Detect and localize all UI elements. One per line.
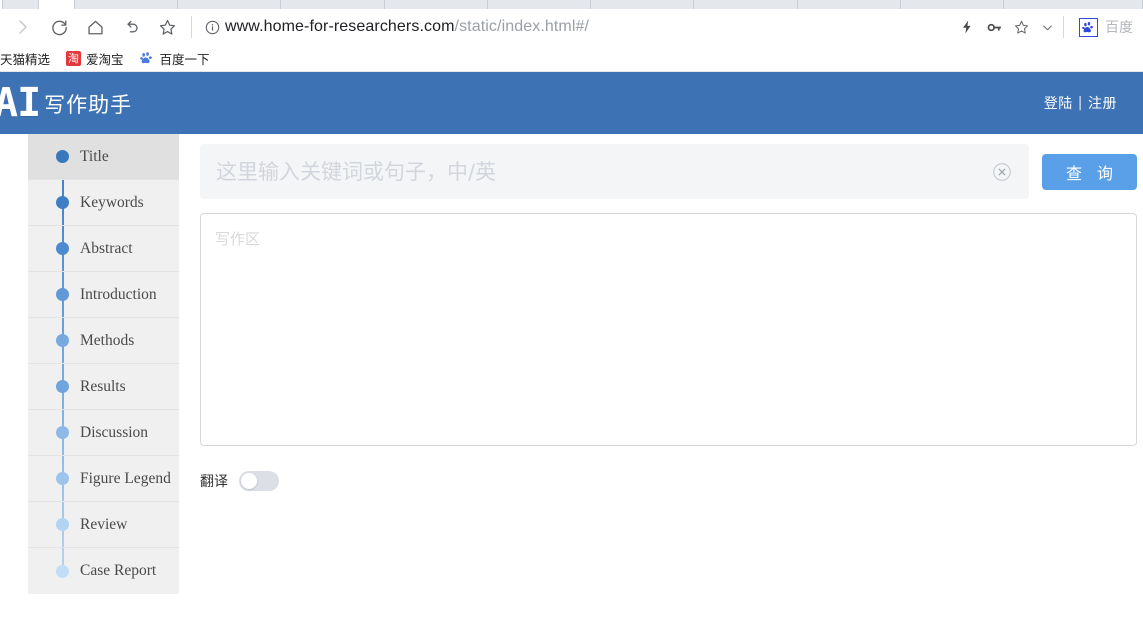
search-box[interactable] — [200, 144, 1029, 199]
site-header: AI 写作助手 登陆 | 注册 — [0, 72, 1143, 134]
forward-icon[interactable] — [6, 11, 40, 43]
baidu-extension[interactable]: 百度 — [1073, 17, 1133, 37]
browser-tab[interactable] — [901, 0, 1005, 9]
lightning-icon[interactable] — [955, 11, 979, 43]
login-link[interactable]: 登陆 — [1044, 93, 1073, 113]
url-text[interactable]: www.home-for-researchers.com/static/inde… — [225, 18, 589, 36]
sidebar-item-methods[interactable]: Methods — [28, 318, 179, 364]
sidebar-item-review[interactable]: Review — [28, 502, 179, 548]
taobao-icon: 淘 — [66, 50, 82, 66]
star-outline-icon[interactable] — [1009, 11, 1033, 43]
step-dot-icon — [56, 242, 69, 255]
toolbar-right-icons: 百度 — [955, 11, 1137, 43]
sidebar-item-label: Title — [80, 147, 109, 165]
toolbar-divider — [191, 16, 192, 38]
browser-tab[interactable] — [384, 0, 488, 9]
browser-tab[interactable] — [591, 0, 695, 9]
site-logo[interactable]: AI 写作助手 — [0, 80, 133, 126]
bookmark-label: 百度一下 — [159, 51, 210, 67]
baidu-extension-label: 百度 — [1105, 20, 1133, 36]
home-icon[interactable] — [78, 11, 112, 43]
bookmarks-bar: 天猫精选 淘 爱淘宝 百度一下 — [0, 45, 1143, 72]
auth-links: 登陆 | 注册 — [1044, 93, 1117, 113]
section-sidebar: Title Keywords Abstract Introduction Met… — [28, 134, 179, 594]
step-dot-icon — [56, 472, 69, 485]
sidebar-item-label: Abstract — [80, 239, 133, 257]
url-domain: www.home-for-researchers.com — [225, 18, 455, 35]
browser-tab[interactable] — [1004, 0, 1143, 9]
sidebar-item-label: Keywords — [80, 193, 144, 211]
bookmark-taobao[interactable]: 淘 爱淘宝 — [58, 47, 132, 69]
toolbar-divider — [1063, 16, 1064, 38]
browser-toolbar: www.home-for-researchers.com/static/inde… — [0, 9, 1143, 45]
sidebar-item-label: Case Report — [80, 562, 157, 579]
sidebar-item-introduction[interactable]: Introduction — [28, 272, 179, 318]
sidebar-item-abstract[interactable]: Abstract — [28, 226, 179, 272]
sidebar-item-label: Introduction — [80, 285, 157, 303]
sidebar-item-figure-legend[interactable]: Figure Legend — [28, 456, 179, 502]
sidebar-item-title[interactable]: Title — [28, 134, 179, 180]
reload-icon[interactable] — [42, 11, 76, 43]
browser-tab[interactable] — [797, 0, 902, 9]
browser-tab[interactable] — [281, 0, 385, 9]
logo-text: AI — [0, 80, 41, 126]
browser-tab-strip[interactable] — [0, 0, 1143, 9]
step-dot-icon — [56, 288, 69, 301]
sidebar-item-keywords[interactable]: Keywords — [28, 180, 179, 226]
step-dot-icon — [56, 334, 69, 347]
main-content: 查 询 翻译 — [179, 134, 1143, 491]
browser-tab[interactable] — [694, 0, 798, 9]
sidebar-item-label: Methods — [80, 331, 135, 349]
key-icon[interactable] — [982, 11, 1006, 43]
sidebar-item-label: Figure Legend — [80, 469, 171, 487]
browser-tab[interactable] — [487, 0, 592, 9]
step-dot-icon — [56, 518, 69, 531]
auth-divider: | — [1077, 95, 1083, 111]
toggle-knob — [241, 473, 257, 489]
step-dot-icon — [56, 196, 69, 209]
info-circle-icon[interactable] — [199, 11, 225, 43]
sidebar-item-discussion[interactable]: Discussion — [28, 410, 179, 456]
browser-tab[interactable] — [178, 0, 282, 9]
bookmark-star-icon[interactable] — [150, 11, 184, 43]
step-dot-icon — [56, 564, 69, 578]
sidebar-item-label: Discussion — [80, 423, 149, 441]
step-dot-icon — [56, 150, 69, 163]
translate-row: 翻译 — [200, 471, 1137, 491]
translate-label: 翻译 — [200, 474, 228, 490]
bookmark-baidu[interactable]: 百度一下 — [132, 47, 218, 69]
register-link[interactable]: 注册 — [1088, 93, 1117, 113]
step-dot-icon — [56, 426, 69, 439]
browser-tab[interactable] — [2, 0, 40, 9]
search-input[interactable] — [214, 158, 983, 185]
address-bar[interactable]: www.home-for-researchers.com/static/inde… — [199, 11, 955, 43]
search-row: 查 询 — [200, 144, 1137, 199]
bookmark-label: 爱淘宝 — [86, 51, 124, 67]
logo-subtitle: 写作助手 — [44, 93, 133, 117]
clear-circle-icon[interactable] — [991, 161, 1013, 183]
editor-wrap — [200, 213, 1137, 451]
back-arrow-icon[interactable] — [114, 11, 148, 43]
step-dot-icon — [56, 380, 69, 393]
translate-toggle[interactable] — [239, 471, 279, 491]
sidebar-item-results[interactable]: Results — [28, 364, 179, 410]
browser-tab[interactable] — [39, 0, 75, 9]
writing-area-textarea[interactable] — [200, 213, 1137, 446]
chevron-down-icon[interactable] — [1036, 11, 1058, 43]
bookmark-tmall[interactable]: 天猫精选 — [0, 47, 58, 69]
page-body: Title Keywords Abstract Introduction Met… — [0, 134, 1143, 594]
sidebar-item-label: Results — [80, 377, 126, 395]
sidebar-item-case-report[interactable]: Case Report — [28, 548, 179, 594]
baidu-paw-icon — [140, 51, 155, 66]
sidebar-item-label: Review — [80, 515, 128, 533]
navigation-buttons — [6, 11, 184, 43]
bookmark-label: 天猫精选 — [0, 51, 51, 67]
baidu-paw-icon — [1079, 17, 1098, 37]
browser-chrome: www.home-for-researchers.com/static/inde… — [0, 0, 1143, 72]
query-button[interactable]: 查 询 — [1042, 153, 1137, 190]
browser-tab[interactable] — [74, 0, 179, 9]
url-path: /static/index.html#/ — [454, 18, 590, 35]
